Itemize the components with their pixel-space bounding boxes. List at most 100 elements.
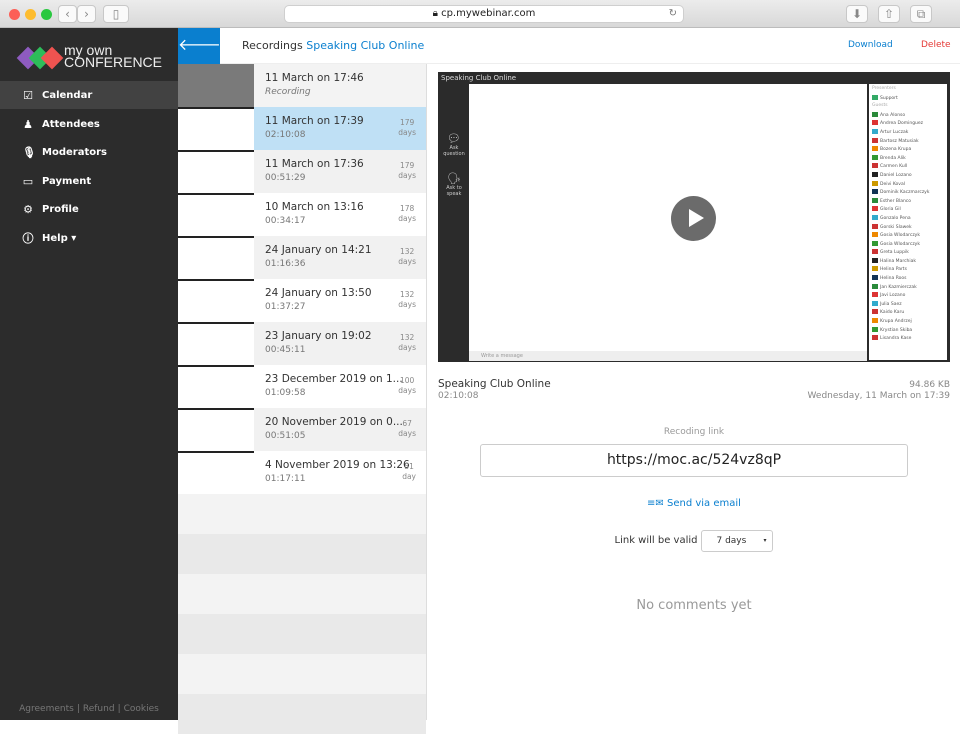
days-remaining: 132 days: [398, 290, 416, 309]
sidebar: my own CONFERENCE ☑ Calendar ♟ Attendees 🎙︎…: [0, 28, 178, 720]
participant-item: Gorski Slawek: [872, 223, 944, 233]
recording-thumbnail: [178, 236, 254, 279]
page-title: Recordings: [242, 39, 303, 52]
participant-item: Gosia Wlodarczyk: [872, 232, 944, 241]
participant-item: Gloria Gil: [872, 206, 944, 215]
share-icon[interactable]: ⇧: [878, 5, 900, 23]
sidebar-toggle-icon[interactable]: ▯: [103, 5, 129, 23]
recording-duration: 00:51:29: [265, 173, 306, 183]
participant-item: Dominik Kaczmarczyk: [872, 189, 944, 198]
nav-label: Payment: [42, 175, 92, 187]
recording-thumbnail: [178, 408, 254, 451]
nav-label: Attendees: [42, 118, 100, 130]
participant-item: Carmen Kull: [872, 163, 944, 172]
sidebar-item-help[interactable]: ⓘ Help ▾: [0, 224, 178, 252]
recordings-list: 11 March on 17:46 Recording 11 March on …: [178, 64, 427, 734]
recording-row[interactable]: 10 March on 13:16 00:34:17 178 days: [178, 193, 426, 236]
recording-row[interactable]: 20 November 2019 on 0... 00:51:05 67 days: [178, 408, 426, 451]
refund-link[interactable]: Refund: [83, 704, 115, 714]
validity-select[interactable]: 7 days ▾: [701, 530, 774, 552]
days-remaining: 51 day: [402, 462, 416, 481]
gear-icon: ⚙: [23, 202, 33, 216]
file-size: 94.86 KB: [909, 380, 950, 390]
agreements-link[interactable]: Agreements: [19, 704, 74, 714]
recording-date: 23 December 2019 on 1...: [265, 373, 403, 385]
download-button[interactable]: Download: [848, 40, 893, 50]
recording-row[interactable]: 24 January on 14:21 01:16:36 132 days: [178, 236, 426, 279]
browser-toolbar: ‹ › ▯ 🔒︎ cp.mywebinar.com ↻ ⬇ ⇧ ⧉: [0, 0, 960, 28]
days-remaining: 179 days: [398, 118, 416, 137]
participant-item: Ana Alonso: [872, 111, 944, 121]
link-label: Recoding link: [663, 427, 725, 437]
recording-thumbnail: [178, 107, 254, 150]
recording-duration: 00:51:05: [265, 431, 306, 441]
days-remaining: 132 days: [398, 247, 416, 266]
video-stage[interactable]: [469, 84, 867, 351]
days-remaining: 132 days: [398, 333, 416, 352]
participant-item: Krupa Andrzej: [872, 318, 944, 327]
send-email-label: Send via email: [666, 498, 741, 509]
sidebar-item-calendar[interactable]: ☑ Calendar: [0, 81, 178, 109]
sidebar-item-attendees[interactable]: ♟ Attendees: [0, 110, 178, 138]
participant-item: Helina Parts: [872, 266, 944, 275]
ask-question-button[interactable]: 💬︎ Ask question: [442, 132, 466, 157]
recording-duration: 02:10:08: [438, 391, 479, 401]
reload-icon[interactable]: ↻: [669, 6, 677, 22]
close-window-button[interactable]: [9, 9, 20, 20]
sidebar-item-profile[interactable]: ⚙ Profile: [0, 195, 178, 223]
chevron-down-icon: ▾: [763, 537, 767, 544]
link-validity: Link will be valid 7 days ▾: [438, 530, 950, 552]
recording-link-field[interactable]: https://moc.ac/524vz8qP: [480, 444, 908, 477]
recording-title: Speaking Club Online: [438, 378, 551, 390]
recording-duration: Recording: [265, 87, 311, 97]
event-link[interactable]: Speaking Club Online: [306, 39, 424, 52]
video-player[interactable]: Speaking Club Online 💬︎ Ask question 🗣︎ As…: [438, 72, 950, 362]
back-button[interactable]: 🡐: [178, 28, 221, 64]
participant-item: Julia Saez: [872, 300, 944, 310]
browser-forward-button[interactable]: ›: [77, 5, 96, 23]
nav-label: Profile: [42, 203, 79, 215]
recording-date: 4 November 2019 on 13:26: [265, 459, 410, 471]
recording-row[interactable]: 11 March on 17:36 00:51:29 179 days: [178, 150, 426, 193]
sidebar-item-moderators[interactable]: 🎙︎ Moderators: [0, 138, 178, 166]
participant-item: Brenda Alik: [872, 154, 944, 164]
recording-row[interactable]: 23 December 2019 on 1... 01:09:58 100 day…: [178, 365, 426, 408]
microphone-icon: 🎙︎: [22, 145, 36, 159]
recording-date: Wednesday, 11 March on 17:39: [807, 391, 950, 401]
recording-row[interactable]: 23 January on 19:02 00:45:11 132 days: [178, 322, 426, 365]
player-title: Speaking Club Online: [441, 74, 517, 82]
recording-date: 11 March on 17:39: [265, 115, 364, 127]
address-bar[interactable]: 🔒︎ cp.mywebinar.com ↻: [284, 5, 684, 23]
logo[interactable]: my own CONFERENCE: [16, 43, 168, 74]
participant-item: Bartosz Matusiak: [872, 137, 944, 147]
recording-row[interactable]: 24 January on 13:50 01:37:27 132 days: [178, 279, 426, 322]
nav-label: Help: [42, 232, 68, 244]
recording-row[interactable]: 11 March on 17:39 02:10:08 179 days: [178, 107, 426, 150]
participant-item: Jan Kazmierczak: [872, 283, 944, 293]
delete-button[interactable]: Delete: [921, 40, 951, 50]
participant-item: Bozena Krupa: [872, 146, 944, 155]
browser-back-button[interactable]: ‹: [58, 5, 77, 23]
attendees-icon: ♟: [23, 117, 33, 131]
recording-duration: 01:09:58: [265, 388, 306, 398]
recording-row[interactable]: 4 November 2019 on 13:26 01:17:11 51 day: [178, 451, 426, 494]
credit-card-icon: ▭: [22, 174, 34, 188]
days-remaining: 100 days: [398, 376, 416, 395]
minimize-window-button[interactable]: [25, 9, 36, 20]
chat-input: Write a message: [469, 351, 867, 361]
days-remaining: 178 days: [398, 204, 416, 223]
days-remaining: 179 days: [398, 161, 416, 180]
play-icon[interactable]: [671, 196, 716, 241]
recording-thumbnail: [178, 451, 254, 494]
recording-date: 11 March on 17:46: [265, 72, 364, 84]
maximize-window-button[interactable]: [41, 9, 52, 20]
recording-duration: 00:34:17: [265, 216, 306, 226]
cookies-link[interactable]: Cookies: [124, 704, 159, 714]
recording-row[interactable]: 11 March on 17:46 Recording: [178, 64, 426, 107]
downloads-icon[interactable]: ⬇: [846, 5, 868, 23]
url-text: cp.mywebinar.com: [441, 8, 536, 19]
ask-to-speak-button[interactable]: 🗣︎ Ask to speak: [442, 172, 466, 197]
sidebar-item-payment[interactable]: ▭ Payment: [0, 167, 178, 195]
send-email-button[interactable]: ≡✉ Send via email: [438, 498, 950, 509]
tabs-icon[interactable]: ⧉: [910, 5, 932, 23]
